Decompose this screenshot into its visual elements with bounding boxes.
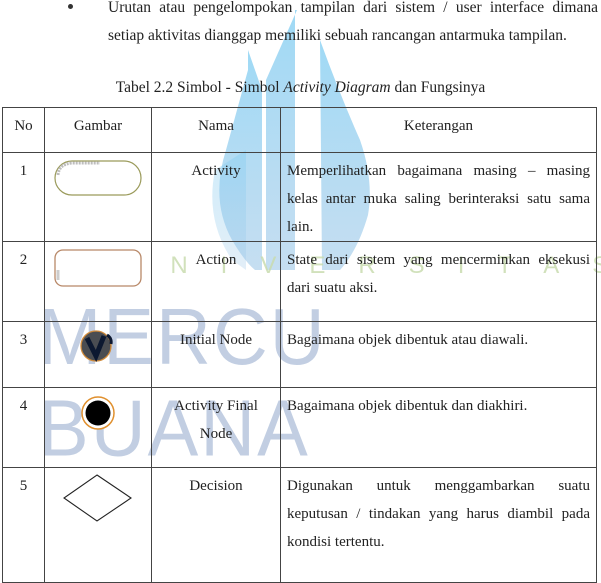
row-name: Initial Node bbox=[151, 321, 281, 388]
table-row: 3 Initial Node Bagaimana objek dibentuk … bbox=[2, 321, 597, 388]
table-row: 1 Activity Memperlihatkan bagaimana masi… bbox=[2, 152, 597, 242]
bullet-marker-icon bbox=[68, 4, 73, 9]
row-image-cell bbox=[44, 152, 152, 242]
activity-final-node-icon bbox=[81, 396, 115, 430]
row-number: 4 bbox=[2, 387, 45, 468]
table-row: 4 Activity Final Node Bagaimana objek di… bbox=[2, 387, 597, 468]
row-image-cell bbox=[44, 387, 152, 468]
row-number: 2 bbox=[2, 241, 45, 322]
row-description: Bagaimana objek dibentuk dan diakhiri. bbox=[280, 387, 597, 468]
row-description: State dari sistem yang mencerminkan ekse… bbox=[280, 241, 597, 322]
table-row: 2 Action State dari sistem yang mencermi… bbox=[2, 241, 597, 322]
header-gambar: Gambar bbox=[44, 107, 152, 153]
row-number: 5 bbox=[2, 467, 45, 583]
row-description: Memperlihatkan bagaimana masing – masing… bbox=[280, 152, 597, 242]
header-nama: Nama bbox=[151, 107, 281, 153]
bullet-text: Urutan atau pengelompokan tampilan dari … bbox=[108, 0, 598, 44]
row-number: 3 bbox=[2, 321, 45, 388]
row-description: Digunakan untuk menggambarkan suatu kepu… bbox=[280, 467, 597, 583]
action-rounded-rectangle-icon bbox=[54, 249, 142, 287]
initial-node-icon bbox=[80, 330, 113, 363]
header-no: No bbox=[2, 107, 45, 153]
table-row: 5 Decision Digunakan untuk menggambarkan… bbox=[2, 467, 597, 583]
caption-suffix: dan Fungsinya bbox=[390, 79, 486, 96]
row-name: Activity Final Node bbox=[151, 387, 281, 468]
symbol-table: No Gambar Nama Keterangan 1 Activity Mem… bbox=[2, 107, 597, 583]
row-image-cell bbox=[44, 467, 152, 583]
row-image-cell bbox=[44, 241, 152, 322]
decision-diamond-icon bbox=[63, 474, 132, 522]
row-number: 1 bbox=[2, 152, 45, 242]
row-name: Action bbox=[151, 241, 281, 322]
table-header-row: No Gambar Nama Keterangan bbox=[2, 107, 597, 153]
row-description: Bagaimana objek dibentuk atau diawali. bbox=[280, 321, 597, 388]
header-keterangan: Keterangan bbox=[280, 107, 597, 153]
activity-rounded-rectangle-icon bbox=[54, 160, 142, 196]
row-name: Activity bbox=[151, 152, 281, 242]
table-caption: Tabel 2.2 Simbol - Simbol Activity Diagr… bbox=[0, 79, 601, 97]
row-image-cell bbox=[44, 321, 152, 388]
caption-italic: Activity Diagram bbox=[283, 79, 391, 96]
row-name: Decision bbox=[151, 467, 281, 583]
caption-prefix: Tabel 2.2 Simbol - Simbol bbox=[115, 79, 284, 96]
